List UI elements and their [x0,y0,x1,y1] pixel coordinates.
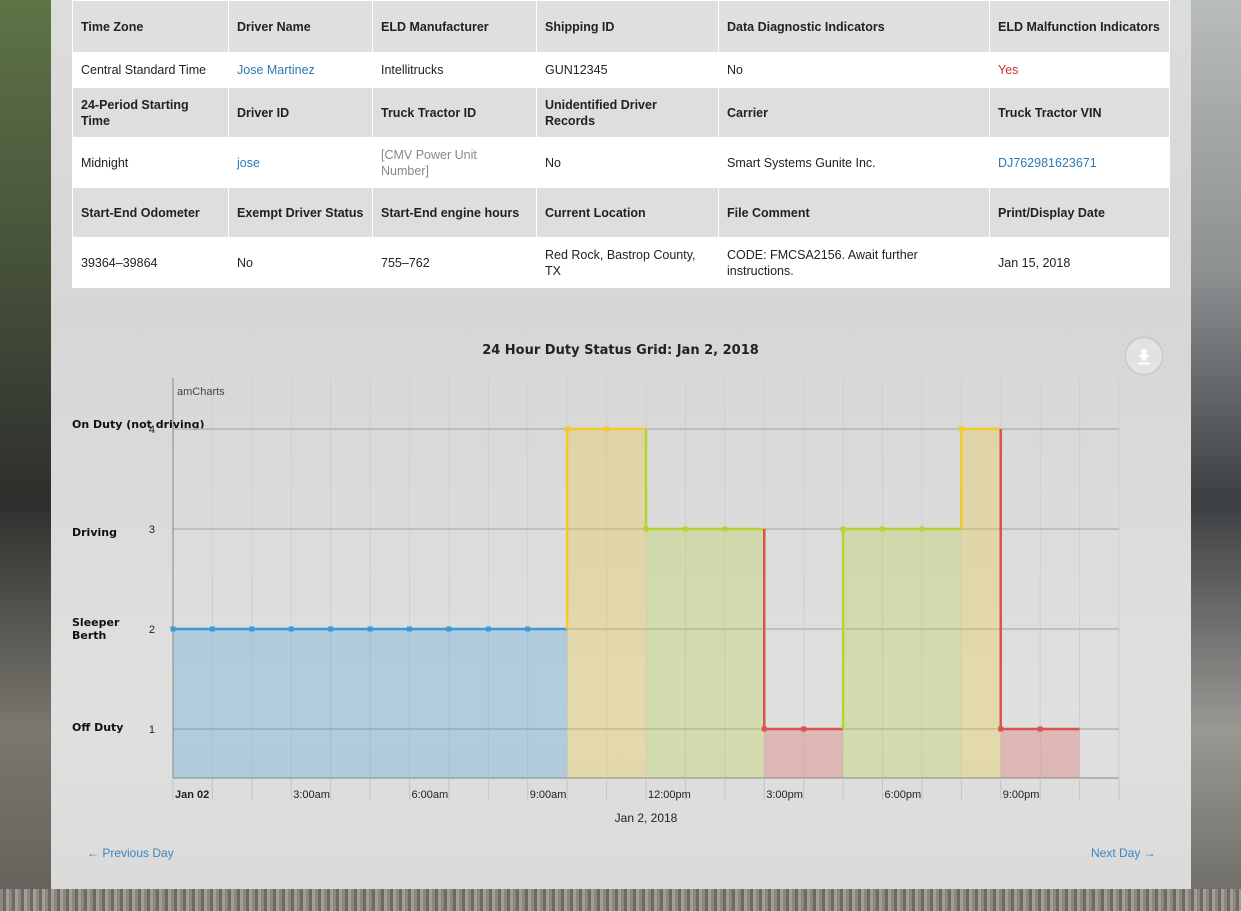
data-point [367,626,373,632]
data-point [761,726,767,732]
x-tick-label: 6:00pm [885,789,922,801]
data-point [604,426,610,432]
data-point [446,626,452,632]
status-area [567,429,646,778]
x-tick-label: 6:00am [412,789,449,801]
data-point [525,626,531,632]
data-point [209,626,215,632]
x-tick-label: Jan 02 [175,789,209,801]
y-tick-label: 2 [149,624,155,636]
data-point [288,626,294,632]
data-point [643,526,649,532]
data-point [801,726,807,732]
y-tick-label: 1 [149,724,155,736]
x-tick-label: 3:00am [293,789,330,801]
x-axis-title: Jan 2, 2018 [614,811,678,825]
data-point [880,526,885,532]
data-point [998,726,1004,732]
status-area [764,729,844,778]
x-tick-label: 9:00pm [1003,789,1040,801]
data-point [722,526,728,532]
next-day-link[interactable]: Next Day → [1091,846,1156,860]
data-point [682,526,688,532]
data-point [564,426,570,432]
y-tick-label: 4 [149,424,155,436]
status-area [843,529,962,778]
data-point [328,626,334,632]
x-tick-label: 9:00am [530,789,567,801]
x-tick-label: 3:00pm [766,789,803,801]
data-point [919,526,925,532]
status-area [646,529,765,778]
data-point [1037,726,1043,732]
data-point [485,626,491,632]
status-area [173,629,568,778]
data-point [840,526,846,532]
x-tick-label: 12:00pm [648,789,691,801]
duty-status-chart: 1 2 3 4 Jan 02 3:00am 6:00am 9:00am 12:00pm 3:00p… [149,378,1120,801]
status-area [961,429,1001,778]
data-point [407,626,412,632]
status-area [1000,729,1080,778]
data-point [249,626,255,632]
data-point [958,426,964,432]
y-tick-label: 3 [149,524,155,536]
previous-day-link[interactable]: ← Previous Day [87,846,174,860]
